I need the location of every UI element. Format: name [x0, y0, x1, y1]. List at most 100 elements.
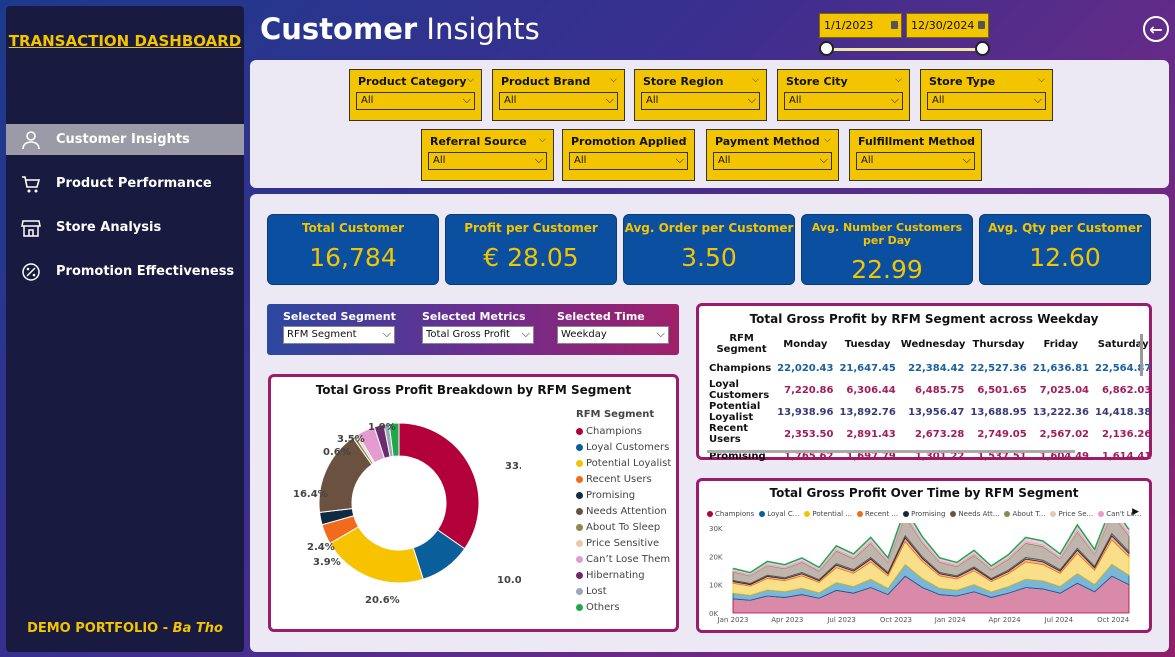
- filter-label: Store Region: [643, 75, 724, 88]
- filter-fulfillment-method[interactable]: Fulfillment Method ⌵ All ⌵: [849, 129, 982, 181]
- legend-dot: [576, 539, 583, 547]
- chevron-down-icon[interactable]: ⌵: [539, 135, 546, 145]
- matrix-h-scrollbar[interactable]: [707, 450, 1075, 453]
- donut-card: Total Gross Profit Breakdown by RFM Segm…: [268, 374, 679, 632]
- matrix-cell: 1,614.41: [1101, 450, 1152, 462]
- metrics-selector[interactable]: Selected Metrics Total Gross Profit ⌵: [422, 310, 534, 344]
- filter-store-type[interactable]: Store Type ⌵ All ⌵: [920, 69, 1053, 121]
- filter-dropdown[interactable]: All ⌵: [856, 152, 975, 170]
- y-tick-label: 30K: [709, 525, 723, 533]
- filter-dropdown[interactable]: All ⌵: [499, 92, 618, 110]
- matrix-col-header: Thursday: [972, 338, 1025, 350]
- time-dropdown[interactable]: Weekday ⌵: [557, 326, 669, 344]
- area-legend-item[interactable]: Promising: [903, 510, 945, 518]
- kpi-value: 12.60: [1029, 243, 1101, 272]
- legend-item[interactable]: Potential Loyalist: [576, 455, 671, 471]
- area-legend-item[interactable]: Loyal C...: [759, 510, 799, 518]
- filter-store-city[interactable]: Store City ⌵ All ⌵: [777, 69, 910, 121]
- chevron-down-icon[interactable]: ⌵: [610, 75, 617, 85]
- chevron-down-icon[interactable]: ⌵: [680, 135, 687, 145]
- slider-start-handle[interactable]: [819, 41, 834, 56]
- matrix-cell: 2,749.05: [977, 428, 1027, 440]
- chevron-down-icon: ⌵: [747, 93, 756, 106]
- time-selector[interactable]: Selected Time Weekday ⌵: [557, 310, 669, 344]
- area-legend-item[interactable]: Champions: [707, 510, 754, 518]
- filter-dropdown[interactable]: All ⌵: [428, 152, 547, 170]
- y-tick-label: 20K: [709, 553, 723, 561]
- legend-item[interactable]: Price Sensitive: [576, 535, 671, 551]
- legend-label: Needs Attention: [586, 505, 667, 517]
- segment-selector[interactable]: Selected Segment RFM Segment ⌵: [283, 310, 396, 344]
- filter-dropdown[interactable]: All ⌵: [927, 92, 1046, 110]
- legend-label: Can’t Lose Them: [586, 553, 671, 565]
- start-date-input[interactable]: 1/1/2023: [819, 13, 902, 38]
- filter-referral-source[interactable]: Referral Source ⌵ All ⌵: [421, 129, 554, 181]
- filter-dropdown[interactable]: All ⌵: [713, 152, 832, 170]
- chevron-down-icon[interactable]: ⌵: [895, 75, 902, 85]
- area-legend-item[interactable]: Recent ...: [857, 510, 898, 518]
- chevron-down-icon: ⌵: [819, 153, 828, 166]
- donut-pct-label: 1.9%: [368, 422, 396, 433]
- filter-product-category[interactable]: Product Category ⌵ All ⌵: [349, 69, 482, 121]
- y-tick-label: 10K: [709, 582, 723, 590]
- filter-store-region[interactable]: Store Region ⌵ All ⌵: [634, 69, 767, 121]
- filter-label: Store City: [786, 75, 848, 88]
- calendar-icon[interactable]: [978, 21, 985, 29]
- x-tick-label: Oct 2024: [1097, 616, 1130, 624]
- filter-dropdown[interactable]: All ⌵: [784, 92, 903, 110]
- x-tick-label: Jul 2024: [1044, 616, 1074, 624]
- legend-dot: [576, 571, 583, 579]
- end-date-input[interactable]: 12/30/2024: [906, 13, 989, 38]
- brand-title[interactable]: TRANSACTION DASHBOARD: [6, 32, 244, 50]
- filter-product-brand[interactable]: Product Brand ⌵ All ⌵: [492, 69, 625, 121]
- legend-item[interactable]: Champions: [576, 423, 671, 439]
- legend-item[interactable]: Promising: [576, 487, 671, 503]
- chevron-down-icon[interactable]: ⌵: [824, 135, 831, 145]
- chevron-down-icon[interactable]: ⌵: [752, 75, 759, 85]
- back-arrow-icon[interactable]: ←: [1143, 16, 1169, 42]
- date-range-slider[interactable]: [826, 48, 983, 51]
- donut-pct-label: 3.9%: [313, 557, 341, 568]
- table-row: Recent Users 2,353.50 2,891.43 2,673.28 2,74…: [709, 423, 1154, 445]
- donut-legend: RFM Segment Champions Loyal Customers Poten…: [576, 409, 671, 615]
- chevron-down-icon[interactable]: ⌵: [467, 75, 474, 85]
- metrics-dropdown[interactable]: Total Gross Profit ⌵: [422, 326, 534, 344]
- area-legend-item[interactable]: Price Se...: [1050, 510, 1093, 518]
- area-legend-item[interactable]: About T...: [1004, 510, 1045, 518]
- sidebar-item-customer-insights[interactable]: Customer Insights: [6, 124, 244, 155]
- filter-label: Promotion Applied: [571, 135, 687, 148]
- sidebar-item-product-performance[interactable]: Product Performance: [6, 168, 244, 199]
- x-tick-label: Apr 2024: [988, 616, 1021, 624]
- legend-next-icon[interactable]: ▶: [1132, 507, 1139, 517]
- sidebar-item-store-analysis[interactable]: Store Analysis: [6, 212, 244, 243]
- filter-promotion-applied[interactable]: Promotion Applied ⌵ All ⌵: [562, 129, 695, 181]
- filter-dropdown[interactable]: All ⌵: [641, 92, 760, 110]
- legend-item[interactable]: Others: [576, 599, 671, 615]
- filter-dropdown[interactable]: All ⌵: [356, 92, 475, 110]
- matrix-cell: 2,353.50: [784, 428, 834, 440]
- slider-end-handle[interactable]: [975, 41, 990, 56]
- sidebar-item-promotion-effectiveness[interactable]: Promotion Effectiveness: [6, 256, 244, 287]
- filter-payment-method[interactable]: Payment Method ⌵ All ⌵: [706, 129, 839, 181]
- matrix-scrollbar[interactable]: [1140, 334, 1143, 376]
- legend-item[interactable]: About To Sleep: [576, 519, 671, 535]
- filter-label: Fulfillment Method: [858, 135, 976, 148]
- segment-dropdown[interactable]: RFM Segment ⌵: [283, 326, 395, 344]
- chevron-down-icon[interactable]: ⌵: [967, 135, 974, 145]
- legend-item[interactable]: Lost: [576, 583, 671, 599]
- legend-item[interactable]: Needs Attention: [576, 503, 671, 519]
- legend-item[interactable]: Hibernating: [576, 567, 671, 583]
- portfolio-footer: DEMO PORTFOLIO - Ba Tho: [27, 621, 223, 636]
- area-legend-item[interactable]: Needs Att...: [950, 510, 999, 518]
- legend-item[interactable]: Recent Users: [576, 471, 671, 487]
- legend-item[interactable]: Can’t Lose Them: [576, 551, 671, 567]
- calendar-icon[interactable]: [891, 21, 898, 29]
- chevron-down-icon[interactable]: ⌵: [1038, 75, 1045, 85]
- area-chart: 0K10K20K30KJan 2023 Apr 2023 Jul 2023 Oct 2…: [709, 523, 1130, 624]
- donut-slice-champions[interactable]: [398, 422, 480, 550]
- area-legend-item[interactable]: Potential ...: [804, 510, 852, 518]
- kpi-label: Avg. Qty per Customer: [988, 221, 1142, 235]
- matrix-cell: 22,020.43: [777, 362, 834, 374]
- legend-item[interactable]: Loyal Customers: [576, 439, 671, 455]
- filter-dropdown[interactable]: All ⌵: [569, 152, 688, 170]
